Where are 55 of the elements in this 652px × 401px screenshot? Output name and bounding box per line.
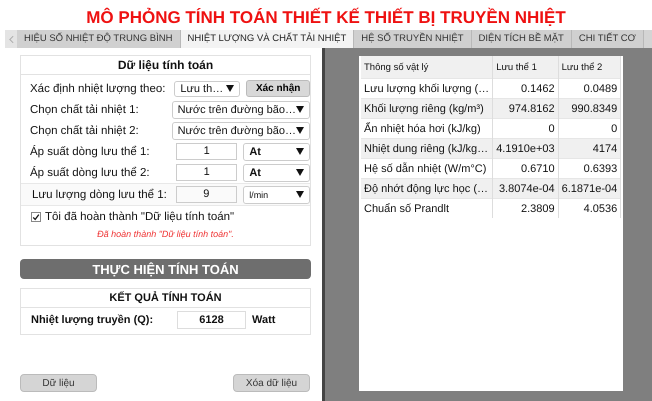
column-header: Lưu thể 2 (558, 56, 621, 78)
input-field[interactable]: 1 (176, 143, 238, 160)
table-cell: 3.8074e-04 (492, 178, 558, 198)
table-cell: Khối lượng riêng (kg/m³) (361, 98, 493, 118)
action-button[interactable]: Xóa dữ liệu (233, 374, 310, 392)
table-cell: 6.1871e-04 (558, 178, 621, 198)
action-button[interactable]: Dữ liệu (20, 374, 97, 392)
input-field[interactable]: 1 (176, 164, 238, 181)
dropdown[interactable]: Nước trên đường bão… (172, 100, 310, 118)
table-cell: 4.0536 (558, 198, 621, 218)
caret-icon (226, 85, 234, 92)
field-label: Xác định nhiệt lượng theo: (30, 82, 166, 94)
dropdown[interactable]: l/min (243, 186, 310, 204)
dropdown[interactable]: Lưu th… (174, 80, 240, 96)
confirm-button[interactable]: Xác nhận (246, 80, 310, 97)
field-label: Áp suất dòng lưu thể 2: (30, 166, 151, 178)
app-title: MÔ PHỎNG TÍNH TOÁN THIẾT KẾ THIẾT BỊ TRUYỀN NHIỆT (85, 6, 567, 29)
chevron-left-icon (8, 34, 14, 44)
unit-label: Watt (252, 314, 276, 326)
table-cell: Chuẩn số Prandlt (361, 198, 493, 218)
caret-icon (296, 127, 304, 134)
panel-heading: KẾT QUẢ TÍNH TOÁN (21, 289, 310, 308)
table-cell: Độ nhớt động lực học (… (361, 178, 493, 198)
tab[interactable]: CHI TIẾT CƠ (572, 30, 644, 48)
table-cell: 2.3809 (492, 198, 558, 218)
field-label: Lưu lượng dòng lưu thể 1: (32, 188, 168, 200)
column-header: Lưu thể 1 (492, 56, 558, 78)
table-cell: 4174 (558, 138, 621, 158)
checkbox-label: Tôi đã hoàn thành "Dữ liệu tính toán" (45, 211, 234, 223)
input-field[interactable]: 9 (176, 186, 238, 203)
table-cell: Nhiệt dung riêng (kJ/kg… (361, 138, 493, 158)
tab[interactable]: HIỆU SỐ NHIỆT ĐỘ TRUNG BÌNH (17, 30, 180, 48)
column-header: Thông số vật lý (361, 56, 493, 78)
field-label: Chọn chất tải nhiệt 1: (30, 104, 140, 116)
caret-icon (296, 106, 304, 113)
dropdown[interactable]: At (243, 164, 310, 182)
tab[interactable]: HỆ SỐ TRUYỀN NHIỆT (354, 30, 472, 48)
table-cell: 974.8162 (492, 98, 558, 118)
tab[interactable]: DIỆN TÍCH BỀ MẶT (472, 30, 572, 48)
tab[interactable]: NHIỆT LƯỢNG VÀ CHẤT TẢI NHIỆT (180, 30, 354, 48)
status-message: Đã hoàn thành "Dữ liệu tính toán". (96, 228, 235, 241)
table-cell: 990.8349 (558, 98, 621, 118)
field-label: Chọn chất tải nhiệt 2: (30, 124, 140, 136)
checkbox[interactable] (31, 212, 41, 222)
caret-icon (296, 191, 304, 198)
panel-heading: Dữ liệu tính toán (21, 56, 310, 75)
dropdown[interactable]: At (243, 142, 310, 160)
caret-icon (296, 169, 304, 176)
result-field: 6128 (177, 311, 246, 329)
field-label: Áp suất dòng lưu thể 1: (30, 146, 151, 158)
dropdown[interactable]: Nước trên đường bão… (172, 122, 310, 140)
run-button[interactable]: THỰC HIỆN TÍNH TOÁN (20, 259, 311, 279)
table-cell: 4.1910e+03 (492, 138, 558, 158)
result-label: Nhiệt lượng truyền (Q): (31, 314, 154, 326)
caret-icon (296, 148, 304, 155)
